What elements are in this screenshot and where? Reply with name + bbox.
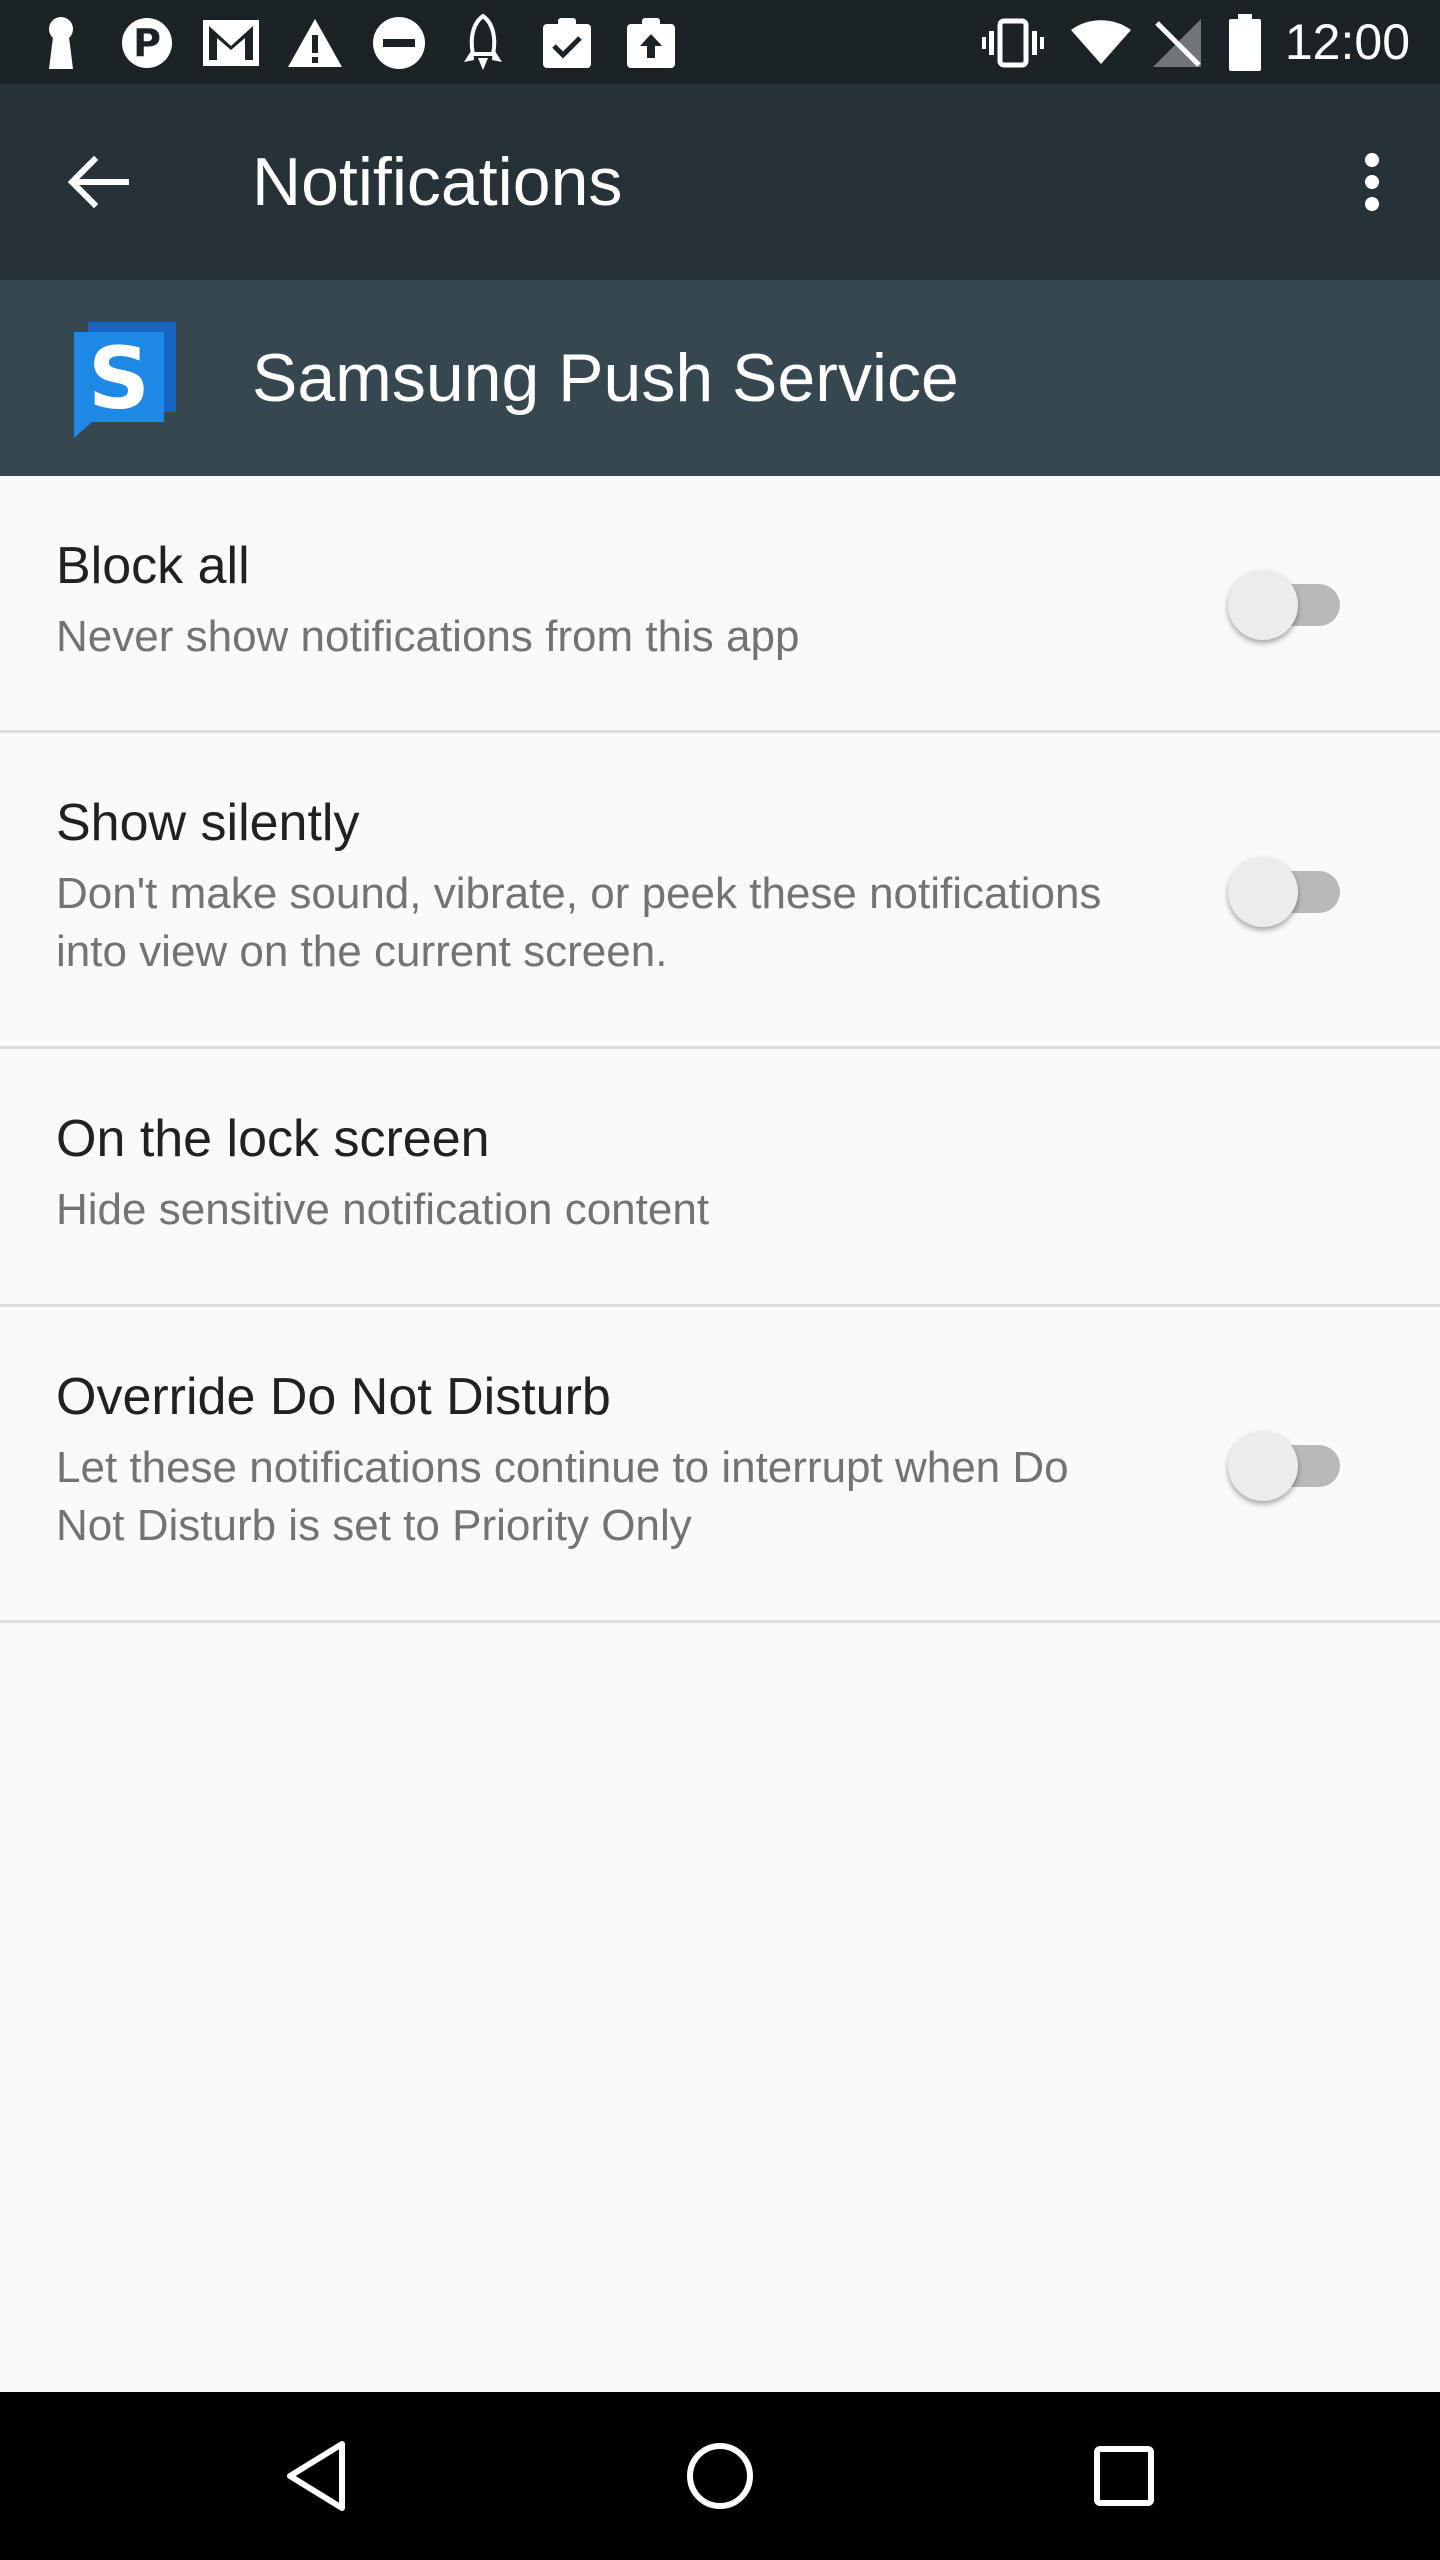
setting-subtitle: Never show notifications from this app: [56, 612, 800, 661]
no-signal-icon: [1146, 12, 1208, 74]
setting-title: On the lock screen: [56, 1110, 490, 1168]
setting-subtitle: Don't make sound, vibrate, or peek these…: [56, 869, 1102, 976]
recents-square-icon: [1094, 2446, 1154, 2506]
gmail-icon: [200, 12, 262, 74]
nav-recents-button[interactable]: [1064, 2416, 1184, 2536]
settings-list: Block all Never show notifications from …: [0, 476, 1440, 1623]
samsung-push-service-icon: S: [70, 318, 180, 438]
clipboard-check-icon: [536, 12, 598, 74]
keyhole-icon: [30, 12, 92, 74]
page-title: Notifications: [252, 144, 623, 220]
show-silently-toggle[interactable]: [1228, 849, 1348, 929]
nav-back-button[interactable]: [256, 2416, 376, 2536]
svg-text:S: S: [88, 329, 150, 429]
toolbar: Notifications: [0, 84, 1440, 280]
svg-text:P: P: [133, 21, 161, 65]
rocket-icon: [452, 12, 514, 74]
setting-override-dnd[interactable]: Override Do Not Disturb Let these notifi…: [0, 1307, 1440, 1623]
setting-subtitle: Let these notifications continue to inte…: [56, 1443, 1069, 1550]
wifi-icon: [1070, 12, 1132, 74]
setting-subtitle: Hide sensitive notification content: [56, 1185, 710, 1234]
toggle-thumb: [1228, 1431, 1298, 1501]
nav-home-button[interactable]: [660, 2416, 780, 2536]
setting-title: Show silently: [56, 794, 360, 852]
home-circle-icon: [687, 2443, 753, 2509]
pinterest-icon: P: [116, 12, 178, 74]
battery-icon: [1214, 12, 1276, 74]
warning-icon: [284, 12, 346, 74]
status-bar: P 12:00: [0, 0, 1440, 84]
clipboard-upload-icon: [620, 12, 682, 74]
overflow-menu-button[interactable]: [1324, 134, 1420, 230]
more-vert-icon: [1365, 153, 1379, 211]
setting-show-silently[interactable]: Show silently Don't make sound, vibrate,…: [0, 733, 1440, 1049]
back-button[interactable]: [40, 134, 156, 230]
navigation-bar: [0, 2392, 1440, 2560]
setting-lock-screen[interactable]: On the lock screen Hide sensitive notifi…: [0, 1049, 1440, 1307]
status-time: 12:00: [1284, 14, 1410, 70]
setting-block-all[interactable]: Block all Never show notifications from …: [0, 476, 1440, 733]
setting-title: Block all: [56, 537, 250, 595]
block-all-toggle[interactable]: [1228, 562, 1348, 642]
override-dnd-toggle[interactable]: [1228, 1423, 1348, 1503]
app-name: Samsung Push Service: [252, 340, 959, 416]
arrow-back-icon: [67, 155, 129, 209]
do-not-disturb-icon: [368, 12, 430, 74]
toggle-thumb: [1228, 857, 1298, 927]
back-triangle-icon: [287, 2441, 345, 2511]
vibrate-icon: [982, 12, 1044, 74]
app-header: S Samsung Push Service: [0, 280, 1440, 476]
toggle-thumb: [1228, 570, 1298, 640]
setting-title: Override Do Not Disturb: [56, 1368, 611, 1426]
